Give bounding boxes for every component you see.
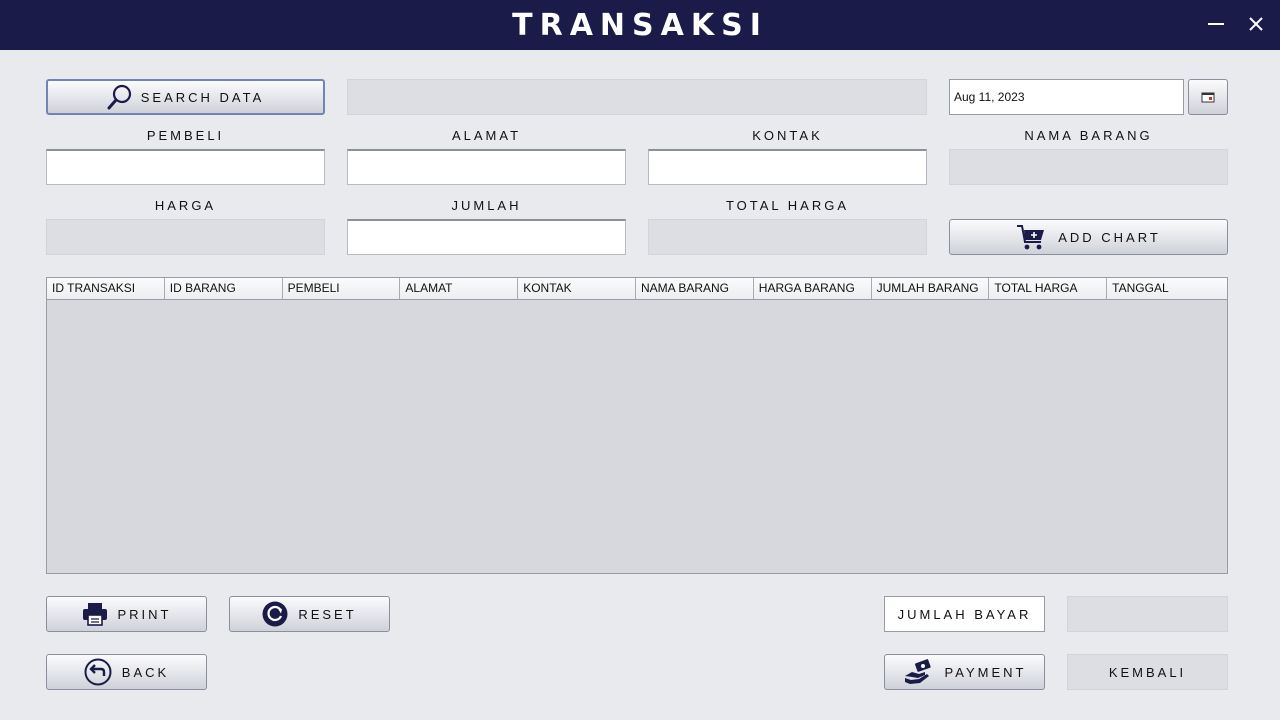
table-header: ID TRANSAKSI ID BARANG PEMBELI ALAMAT KO… [47,278,1227,300]
date-input[interactable] [950,80,1183,114]
reset-button[interactable]: RESET [229,596,390,632]
total-harga-field [648,219,927,255]
column-header[interactable]: NAMA BARANG [636,278,754,299]
back-button[interactable]: BACK [46,654,207,690]
search-result-field [347,79,927,115]
alamat-label: ALAMAT [451,128,522,143]
column-header[interactable]: ID TRANSAKSI [47,278,165,299]
jumlah-input[interactable] [348,221,625,254]
harga-label: HARGA [154,198,217,213]
harga-field [46,219,325,255]
pembeli-label: PEMBELI [146,128,225,143]
column-header[interactable]: KONTAK [518,278,636,299]
date-field[interactable] [949,79,1184,115]
minimize-icon [1208,23,1224,25]
back-icon [84,658,112,686]
print-label: PRINT [117,606,172,622]
payment-icon [903,658,935,686]
calendar-icon [1201,92,1215,103]
kontak-label: KONTAK [752,128,823,143]
window-title: TRANSAKSI [512,8,768,43]
column-header[interactable]: HARGA BARANG [754,278,872,299]
nama-barang-label: NAMA BARANG [1024,128,1153,143]
search-data-button[interactable]: SEARCH DATA [46,79,325,115]
harga-input [47,220,324,254]
column-header[interactable]: JUMLAH BARANG [872,278,990,299]
add-chart-label: ADD CHART [1058,229,1161,245]
jumlah-bayar-field[interactable] [1067,596,1228,632]
column-header[interactable]: TOTAL HARGA [989,278,1108,299]
column-header[interactable]: TANGGAL [1107,278,1227,299]
pembeli-field[interactable] [46,149,325,185]
reset-icon [262,601,288,627]
search-icon [107,84,133,110]
pembeli-input[interactable] [47,151,324,184]
nama-barang-field [949,149,1228,185]
close-button[interactable] [1242,10,1270,38]
kembali-field: KEMBALI [1067,654,1228,690]
close-icon [1249,17,1263,31]
calendar-button[interactable] [1188,79,1228,115]
total-harga-label: TOTAL HARGA [725,198,850,213]
payment-label: PAYMENT [944,664,1027,680]
search-result-input [348,80,926,114]
print-button[interactable]: PRINT [46,596,207,632]
cart-icon [1016,222,1046,252]
kontak-field[interactable] [648,149,927,185]
column-header[interactable]: ID BARANG [165,278,283,299]
jumlah-field[interactable] [347,219,626,255]
add-chart-button[interactable]: ADD CHART [949,219,1228,255]
minimize-button[interactable] [1202,10,1230,38]
nama-barang-input [950,150,1227,184]
reset-label: RESET [298,606,357,622]
jumlah-label: JUMLAH [451,198,522,213]
column-header[interactable]: PEMBELI [283,278,401,299]
alamat-input[interactable] [348,151,625,184]
search-data-label: SEARCH DATA [140,89,265,105]
payment-button[interactable]: PAYMENT [884,654,1045,690]
alamat-field[interactable] [347,149,626,185]
kontak-input[interactable] [649,151,926,184]
jumlah-bayar-label: JUMLAH BAYAR [884,596,1045,632]
printer-icon [82,602,108,626]
transaction-table[interactable]: ID TRANSAKSI ID BARANG PEMBELI ALAMAT KO… [46,277,1228,574]
jumlah-bayar-input[interactable] [1068,597,1227,631]
table-body[interactable] [47,300,1227,574]
total-harga-input [649,220,926,254]
column-header[interactable]: ALAMAT [400,278,519,299]
back-label: BACK [121,664,170,680]
